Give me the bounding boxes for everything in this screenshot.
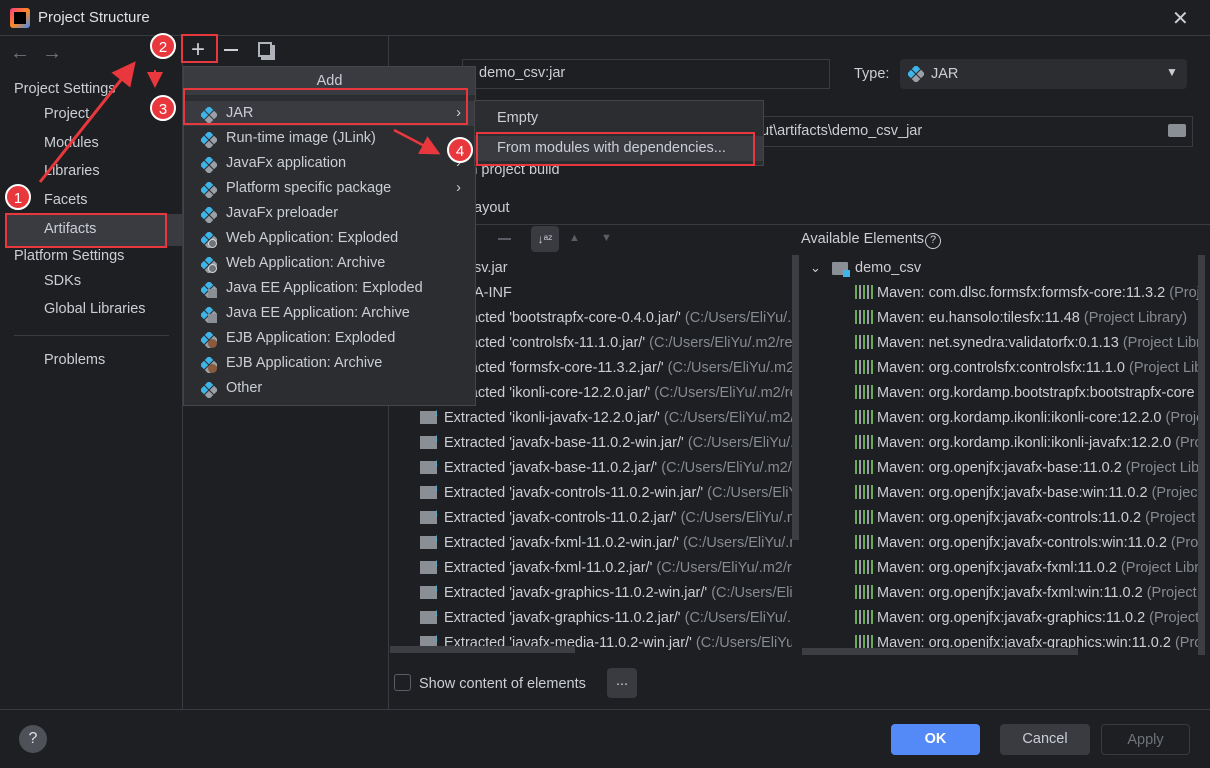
annotation-step-4: 4 (447, 137, 473, 163)
annotation-step-3: 3 (150, 95, 176, 121)
annotation-step-1: 1 (5, 184, 31, 210)
annotation-arrows (38, 61, 441, 183)
annotation-step-2: 2 (150, 33, 176, 59)
